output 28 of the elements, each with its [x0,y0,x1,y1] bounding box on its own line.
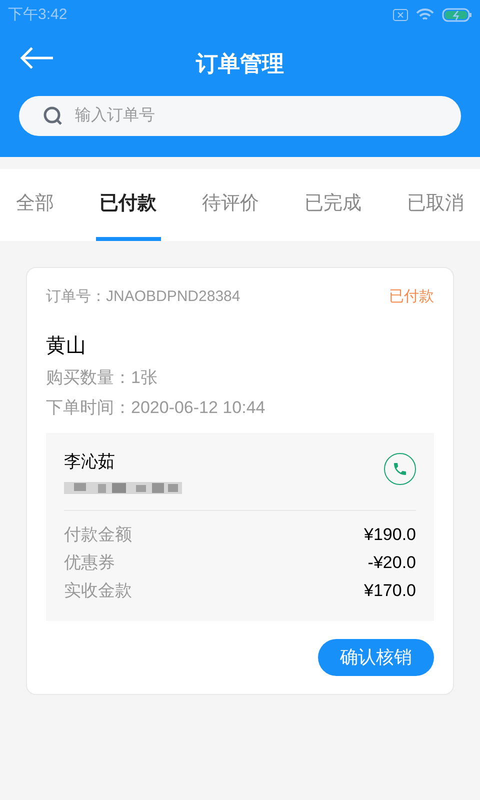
status-time: 下午3:42 [8,4,68,25]
back-arrow-icon [20,46,54,70]
order-tab[interactable]: 待评价 [198,169,263,241]
page-title: 订单管理 [196,50,284,78]
call-button[interactable] [384,452,416,484]
amount-label: 优惠券 [64,552,115,574]
amount-label: 实收金款 [64,580,132,602]
order-time: 下单时间：2020-06-12 10:44 [46,397,266,419]
order-tab[interactable]: 已完成 [300,169,366,241]
product-name: 黄山 [46,334,87,358]
customer-name: 李沁茹 [64,450,116,472]
no-sim-icon [393,9,408,21]
amount-value: ¥170.0 [364,580,416,602]
purchase-quantity: 购买数量：1张 [46,366,158,388]
battery-icon [442,8,472,22]
order-tab[interactable]: 已付款 [96,169,160,241]
order-tab[interactable]: 全部 [12,169,58,241]
search-icon [43,106,63,126]
confirm-verify-button[interactable]: 确认核销 [318,639,434,676]
order-status: 已付款 [389,287,434,307]
order-number: 订单号：JNAOBDPND28384 [46,287,240,307]
amount-value: ¥190.0 [364,524,416,546]
search-field[interactable]: 输入订单号 [19,96,461,136]
phone-icon [392,460,408,476]
wifi-icon [416,8,434,22]
amount-label: 付款金额 [64,524,132,546]
amount-value: -¥20.0 [368,552,416,574]
order-tab[interactable]: 已取消 [403,169,468,241]
